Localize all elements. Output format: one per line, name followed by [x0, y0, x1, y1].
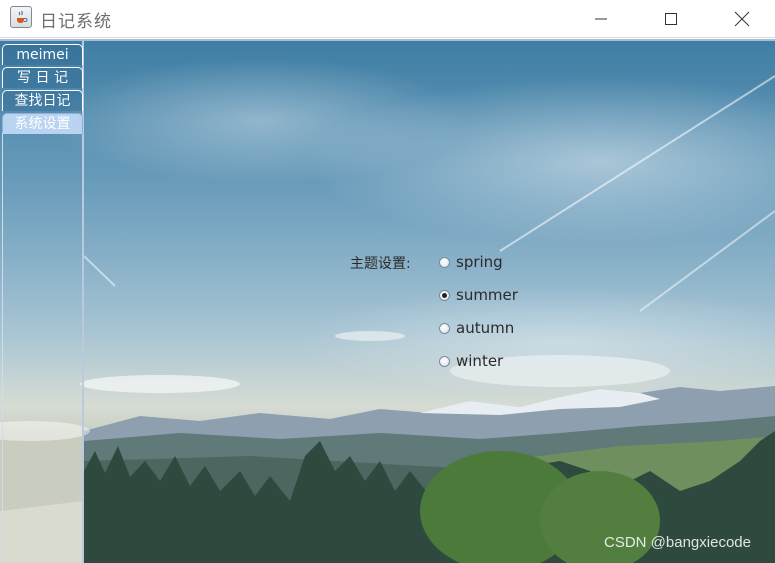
- tab-search-diary[interactable]: 查找日记: [2, 90, 83, 111]
- tab-system-settings[interactable]: 系统设置: [2, 113, 83, 134]
- radio-label-spring: spring: [456, 253, 503, 271]
- background-landscape: [0, 75, 775, 563]
- tab-strip: meimei 写 日 记 查找日记 系统设置: [0, 41, 84, 563]
- radio-autumn[interactable]: autumn: [439, 318, 514, 338]
- window-title: 日记系统: [40, 12, 112, 32]
- close-icon: [734, 11, 750, 26]
- maximize-button[interactable]: [648, 0, 694, 37]
- radio-button[interactable]: [439, 322, 450, 334]
- watermark-text: CSDN @bangxiecode: [604, 534, 751, 551]
- radio-label-autumn: autumn: [456, 319, 515, 337]
- radio-label-summer: summer: [456, 286, 518, 304]
- minimize-icon: [595, 18, 607, 19]
- tab-panel-border: [2, 133, 81, 563]
- radio-button[interactable]: [439, 355, 450, 367]
- tab-write-diary[interactable]: 写 日 记: [2, 67, 83, 88]
- content-area: meimei 写 日 记 查找日记 系统设置 主题设置: spring summ…: [0, 41, 775, 563]
- radio-spring[interactable]: spring: [439, 252, 503, 272]
- tab-meimei[interactable]: meimei: [2, 44, 83, 65]
- close-button[interactable]: [719, 0, 765, 37]
- radio-label-winter: winter: [456, 352, 504, 370]
- radio-button-selected[interactable]: [439, 289, 450, 301]
- theme-settings-label: 主题设置:: [350, 256, 411, 272]
- java-cup-icon: [10, 6, 32, 28]
- radio-winter[interactable]: winter: [439, 351, 503, 371]
- title-bar: 日记系统: [0, 0, 775, 38]
- radio-summer[interactable]: summer: [439, 285, 518, 305]
- minimize-button[interactable]: [578, 0, 624, 37]
- maximize-icon: [665, 12, 677, 25]
- radio-button[interactable]: [439, 256, 450, 268]
